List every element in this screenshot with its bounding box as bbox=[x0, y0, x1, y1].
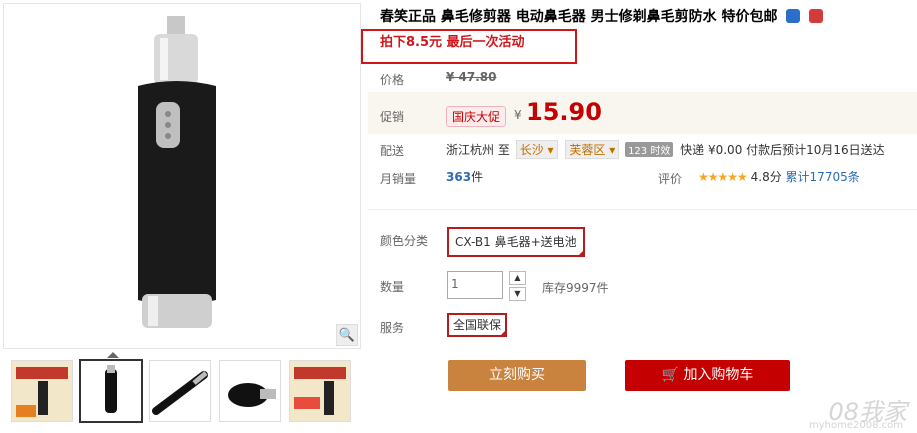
thumbnail-4[interactable] bbox=[219, 360, 281, 422]
nose-trimmer-image bbox=[138, 16, 216, 328]
sale-price: 15.90 bbox=[526, 98, 602, 126]
thumbnail-1[interactable] bbox=[11, 360, 73, 422]
monthly-sales: 363件 bbox=[446, 168, 483, 185]
product-detail: 春笑正品 鼻毛修剪器 电动鼻毛器 男士修剃鼻毛剪防水 特价包邮 拍下8.5元 最… bbox=[361, 0, 917, 433]
cart-icon: 🛒 bbox=[661, 367, 679, 383]
currency-symbol: ¥ bbox=[514, 108, 522, 122]
quantity-input[interactable]: 1 bbox=[447, 271, 503, 299]
star-rating: ★★★★★ bbox=[698, 170, 748, 184]
thumbnail-strip bbox=[3, 352, 359, 430]
monthly-sales-label: 月销量 bbox=[380, 172, 417, 186]
thumbnail-5[interactable] bbox=[289, 360, 351, 422]
product-gallery: 🔍 bbox=[0, 0, 362, 433]
heart-badge-icon[interactable] bbox=[809, 9, 824, 23]
quantity-label: 数量 bbox=[380, 280, 405, 294]
color-label: 颜色分类 bbox=[380, 234, 429, 248]
reviews-link[interactable]: 累计17705条 bbox=[786, 170, 860, 184]
express-info: 快递 ¥0.00 付款后预计10月16日送达 bbox=[680, 143, 885, 157]
ship-to: 至 bbox=[497, 143, 510, 157]
magnifier-icon[interactable]: 🔍 bbox=[336, 324, 358, 346]
city-select-label: 长沙 bbox=[519, 143, 544, 157]
rating-info: ★★★★★ 4.8分 累计17705条 bbox=[698, 168, 860, 185]
monthly-sales-count[interactable]: 363 bbox=[446, 170, 471, 184]
service-option[interactable]: 全国联保 bbox=[447, 313, 508, 337]
color-option[interactable]: CX-B1 鼻毛器+送电池 bbox=[447, 227, 585, 257]
qty-decrease-button[interactable]: ▼ bbox=[509, 287, 526, 301]
shipping-info: 浙江杭州 至 长沙 ▾ 芙蓉区 ▾ 123 时效 快递 ¥0.00 付款后预计1… bbox=[446, 140, 885, 159]
ship-from: 浙江杭州 bbox=[446, 143, 495, 157]
promo-tag: 国庆大促 bbox=[446, 106, 507, 127]
promo-text: 拍下8.5元 最后一次活动 bbox=[380, 35, 525, 50]
title-text: 春笑正品 鼻毛修剪器 电动鼻毛器 男士修剃鼻毛剪防水 特价包邮 bbox=[380, 9, 778, 25]
thumbnail-3[interactable] bbox=[149, 360, 211, 422]
main-product-image[interactable]: 🔍 bbox=[3, 3, 361, 349]
stock-info: 库存9997件 bbox=[542, 281, 609, 295]
add-to-cart-button[interactable]: 🛒 加入购物车 bbox=[625, 360, 790, 391]
sales-unit: 件 bbox=[471, 170, 484, 184]
shield-badge-icon[interactable] bbox=[786, 9, 801, 23]
promo-label: 促销 bbox=[380, 110, 405, 124]
original-price: ¥ 47.80 bbox=[446, 70, 497, 84]
price-label: 价格 bbox=[380, 73, 405, 87]
thumbnail-2[interactable] bbox=[79, 359, 143, 423]
site-watermark-sub: myhome2008.com bbox=[809, 420, 903, 431]
district-select[interactable]: 芙蓉区 ▾ bbox=[565, 140, 620, 159]
district-select-label: 芙蓉区 bbox=[569, 143, 606, 157]
qty-increase-button[interactable]: ▲ bbox=[509, 271, 526, 285]
service-label: 服务 bbox=[380, 321, 405, 335]
rating-label: 评价 bbox=[658, 172, 683, 186]
rating-score: 4.8分 bbox=[750, 170, 782, 184]
timely-badge: 123 时效 bbox=[625, 142, 674, 157]
add-to-cart-label: 加入购物车 bbox=[683, 367, 754, 383]
section-divider bbox=[368, 209, 917, 210]
buy-now-button[interactable]: 立刻购买 bbox=[448, 360, 586, 391]
city-select[interactable]: 长沙 ▾ bbox=[515, 140, 558, 159]
active-thumb-indicator bbox=[107, 352, 119, 358]
product-title: 春笑正品 鼻毛修剪器 电动鼻毛器 男士修剃鼻毛剪防水 特价包邮 bbox=[380, 6, 824, 26]
shipping-label: 配送 bbox=[380, 144, 405, 158]
